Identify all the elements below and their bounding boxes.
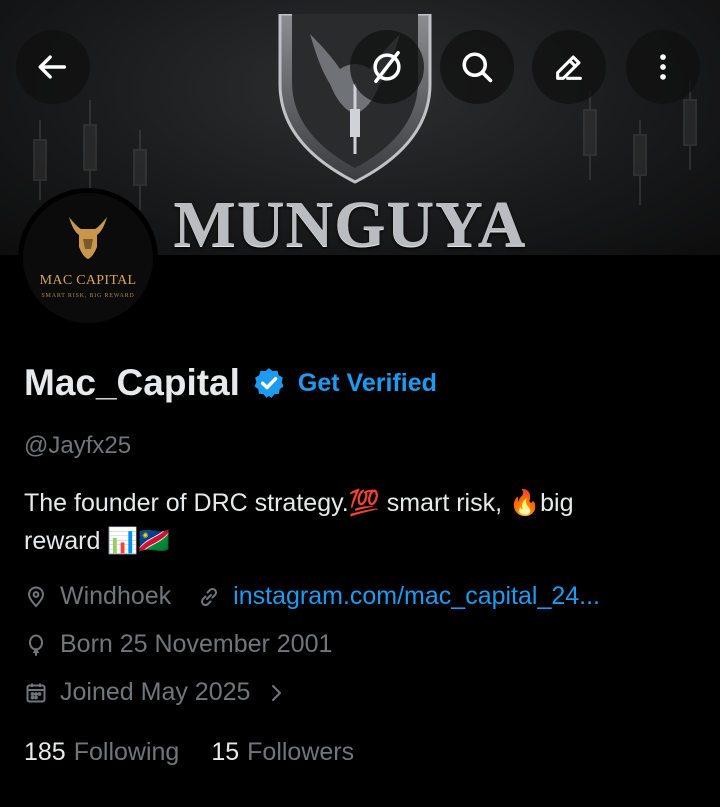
get-verified-link[interactable]: Get Verified	[298, 369, 437, 398]
bio-text: The founder of DRC strategy.	[24, 489, 349, 517]
display-name: Mac_Capital	[24, 362, 240, 403]
avatar-tagline: SMART RISK, BIG REWARD	[41, 293, 135, 299]
profile-handle: @Jayfx25	[24, 432, 132, 459]
bio-line-1: The founder of DRC strategy.💯 smart risk…	[24, 484, 694, 522]
followers-link[interactable]: 15 Followers	[211, 738, 354, 767]
bar-chart-emoji: 📊	[107, 526, 139, 555]
namibia-flag-emoji: 🇳🇦	[138, 526, 170, 555]
profile-avatar[interactable]: MAC CAPITAL SMART RISK, BIG REWARD	[18, 188, 158, 328]
location-pin-icon	[27, 586, 45, 607]
link-icon	[201, 587, 218, 606]
profile-website-link[interactable]: instagram.com/mac_capital_24...	[233, 582, 600, 611]
bull-shield-logo	[278, 14, 432, 184]
search-button[interactable]	[440, 30, 514, 104]
following-link[interactable]: 185 Following	[24, 738, 179, 767]
following-label: Following	[73, 738, 180, 766]
more-options-button[interactable]	[626, 30, 700, 104]
more-vertical-icon	[660, 54, 666, 80]
profile-name-row: Mac_Capital Get Verified	[24, 362, 437, 404]
followers-label: Followers	[247, 738, 355, 766]
profile-joined-date: Joined May 2025	[60, 678, 251, 706]
birthday-row: Born 25 November 2001	[24, 630, 332, 659]
back-button[interactable]	[16, 30, 90, 104]
pencil-icon	[556, 55, 582, 80]
bio-line-2: reward 📊🇳🇦	[24, 522, 694, 560]
follow-stats: 185 Following 15 Followers	[24, 738, 354, 767]
profile-location: Windhoek	[60, 582, 172, 610]
joined-row[interactable]: Joined May 2025	[24, 678, 288, 707]
banner-brand-text: MUNGUYA	[173, 188, 527, 256]
avatar-image: MAC CAPITAL SMART RISK, BIG REWARD	[23, 193, 153, 323]
calendar-icon	[26, 683, 46, 702]
location-website-row: Windhoek instagram.com/mac_capital_24...	[24, 582, 600, 611]
followers-count: 15	[211, 738, 240, 766]
search-icon	[462, 52, 493, 83]
grok-slash-circle-icon	[373, 51, 401, 83]
bio-text: reward	[24, 527, 108, 555]
balloon-icon	[29, 634, 43, 656]
chevron-right-icon	[272, 684, 282, 701]
profile-bio: The founder of DRC strategy.💯 smart risk…	[24, 484, 694, 560]
edit-button[interactable]	[532, 30, 606, 104]
bull-logo-icon	[69, 217, 107, 259]
fire-emoji: 🔥	[509, 488, 541, 517]
avatar-brand-name: MAC CAPITAL	[39, 273, 137, 288]
following-count: 185	[24, 738, 66, 766]
verified-badge-icon[interactable]	[252, 366, 286, 400]
profile-birthday: Born 25 November 2001	[60, 630, 333, 658]
bio-text: smart risk,	[379, 489, 509, 517]
grok-button[interactable]	[350, 30, 424, 104]
hundred-emoji: 💯	[348, 488, 380, 517]
arrow-left-icon	[38, 55, 67, 79]
bio-text: big	[540, 489, 574, 517]
